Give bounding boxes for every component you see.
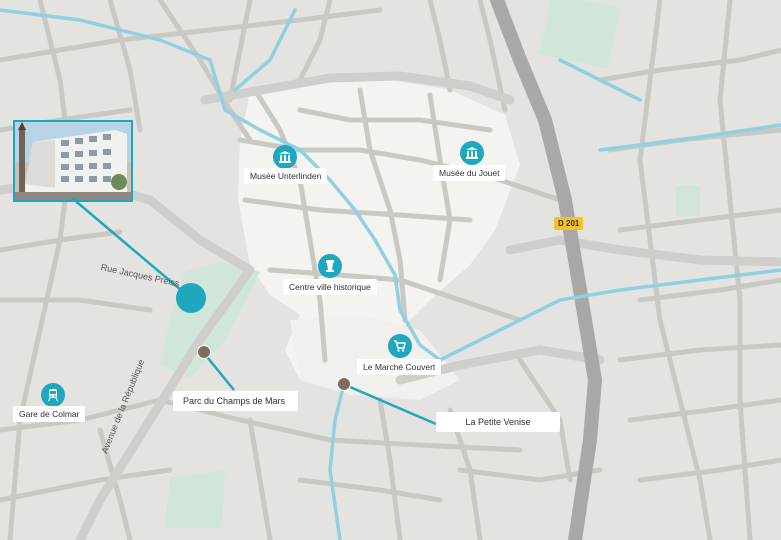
callout-parc-du-champs-de-mars: Parc du Champs de Mars [173, 391, 298, 411]
hotel-photo [13, 120, 133, 202]
park-east [676, 186, 700, 216]
parc-location-dot[interactable] [197, 345, 211, 359]
park-south [165, 470, 225, 528]
petite-venise-location-dot[interactable] [337, 377, 351, 391]
hotel-building-image [15, 122, 131, 200]
place-label-centre-ville: Centre ville historique [283, 279, 377, 295]
place-label-gare-de-colmar: Gare de Colmar [13, 406, 86, 422]
callout-la-petite-venise: La Petite Venise [436, 412, 560, 432]
place-label-musee-du-jouet: Musée du Jouet [433, 165, 506, 181]
place-label-marche-couvert: Le Marché Couvert [357, 359, 442, 375]
road-badge-d201: D 201 [554, 217, 584, 230]
shopping-cart-icon[interactable] [388, 334, 412, 358]
highway [490, 0, 603, 540]
hotel-location-marker[interactable] [176, 283, 206, 313]
museum-icon[interactable] [273, 145, 297, 169]
map-canvas[interactable]: Musée Unterlinden Musée du Jouet Centre … [0, 0, 781, 540]
place-label-musee-unterlinden: Musée Unterlinden [244, 168, 328, 184]
park-north [539, 0, 621, 69]
museum-icon[interactable] [460, 141, 484, 165]
tower-icon[interactable] [318, 254, 342, 278]
train-icon[interactable] [41, 383, 65, 407]
